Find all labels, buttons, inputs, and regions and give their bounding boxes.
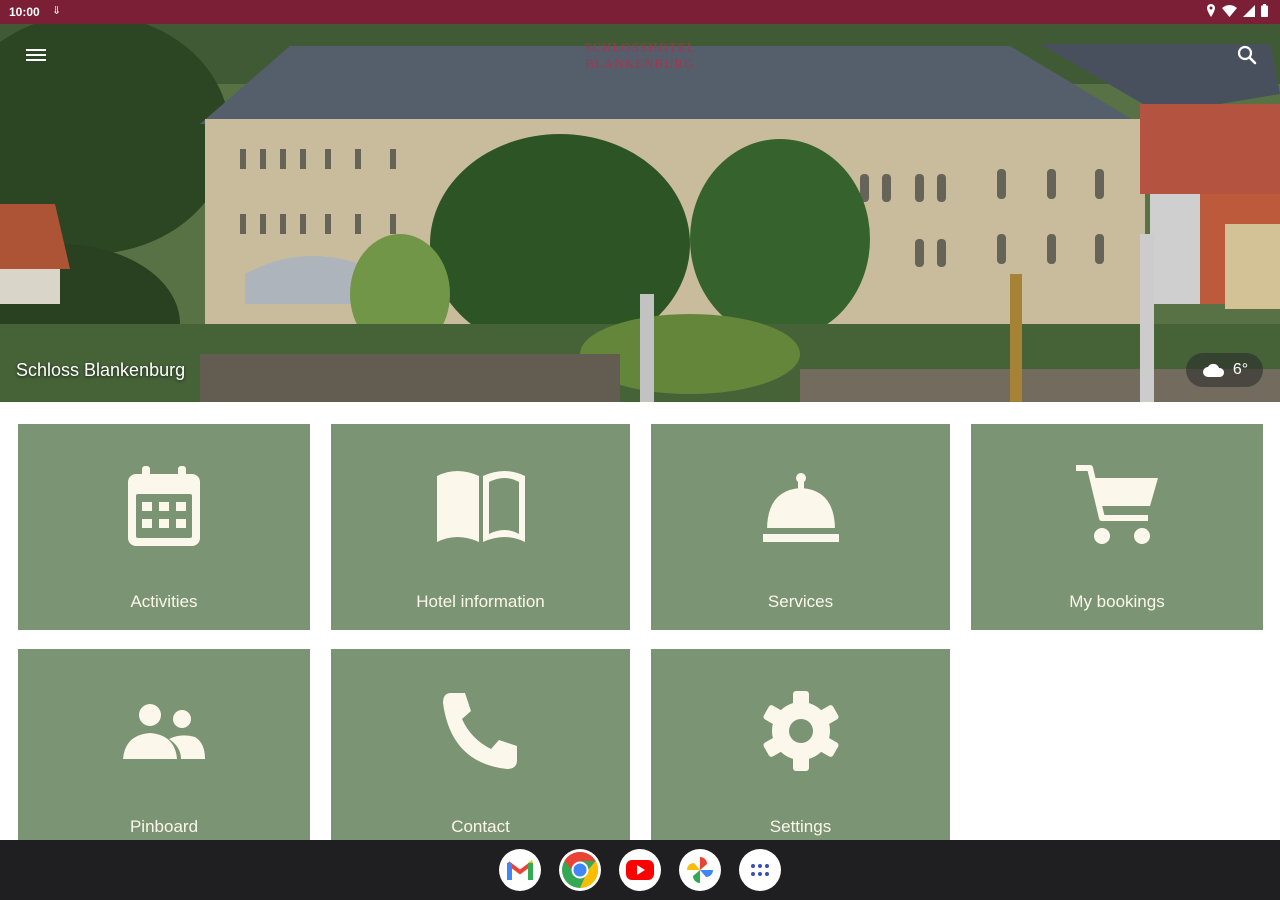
status-time: 10:00 xyxy=(9,5,40,19)
tile-label: Services xyxy=(767,592,834,611)
taskbar xyxy=(0,840,1280,900)
location-icon xyxy=(1207,4,1215,17)
tile-hotel-information[interactable]: Hotel information xyxy=(331,424,630,630)
tile-my-bookings[interactable]: My bookings xyxy=(971,424,1263,630)
status-icons xyxy=(1206,4,1268,17)
book-icon xyxy=(436,471,525,542)
tile-pinboard[interactable]: Pinboard xyxy=(18,649,310,840)
tile-label: Pinboard xyxy=(129,817,199,836)
tile-label: Settings xyxy=(769,817,832,836)
app-dock xyxy=(499,849,781,891)
temperature: 6° xyxy=(1232,361,1249,378)
chrome-icon[interactable] xyxy=(559,849,601,891)
tile-label: My bookings xyxy=(1069,592,1165,611)
hotel-building-photo xyxy=(0,24,1280,402)
tile-activities[interactable]: Activities xyxy=(18,424,310,630)
tile-contact[interactable]: Contact xyxy=(331,649,630,840)
download-icon: ⇓ xyxy=(52,5,62,17)
hotel-name: Schloss Blankenburg xyxy=(16,360,186,380)
logo-line-2: BLANKENBURG xyxy=(585,56,695,71)
cloud-icon xyxy=(1202,363,1224,377)
menu-grid: Activities Hotel information Services My… xyxy=(0,402,1280,840)
tile-label: Hotel information xyxy=(416,592,545,611)
gmail-icon[interactable] xyxy=(499,849,541,891)
photos-icon[interactable] xyxy=(679,849,721,891)
calendar-icon xyxy=(128,466,200,546)
shopping-cart-icon xyxy=(1076,465,1158,544)
signal-icon xyxy=(1243,4,1255,17)
status-bar: 10:00 ⇓ xyxy=(0,0,1280,24)
phone-icon xyxy=(442,693,517,769)
weather-badge[interactable]: 6° xyxy=(1186,353,1263,387)
youtube-icon[interactable] xyxy=(619,849,661,891)
search-icon[interactable] xyxy=(1236,44,1258,66)
tile-settings[interactable]: Settings xyxy=(651,649,950,840)
battery-icon xyxy=(1261,4,1268,17)
hero-banner: SCHLOSSHOTEL BLANKENBURG Schloss Blanken… xyxy=(0,24,1280,402)
people-icon xyxy=(123,704,205,759)
logo-line-1: SCHLOSSHOTEL xyxy=(584,40,696,55)
app-drawer-icon[interactable] xyxy=(739,849,781,891)
hotel-logo: SCHLOSSHOTEL BLANKENBURG xyxy=(560,40,720,72)
tile-services[interactable]: Services xyxy=(651,424,950,630)
gear-icon xyxy=(762,691,839,771)
wifi-icon xyxy=(1222,4,1237,17)
hamburger-menu-icon[interactable] xyxy=(26,46,46,64)
service-bell-icon xyxy=(762,473,839,542)
tile-label: Contact xyxy=(451,817,510,836)
tile-label: Activities xyxy=(130,592,198,611)
